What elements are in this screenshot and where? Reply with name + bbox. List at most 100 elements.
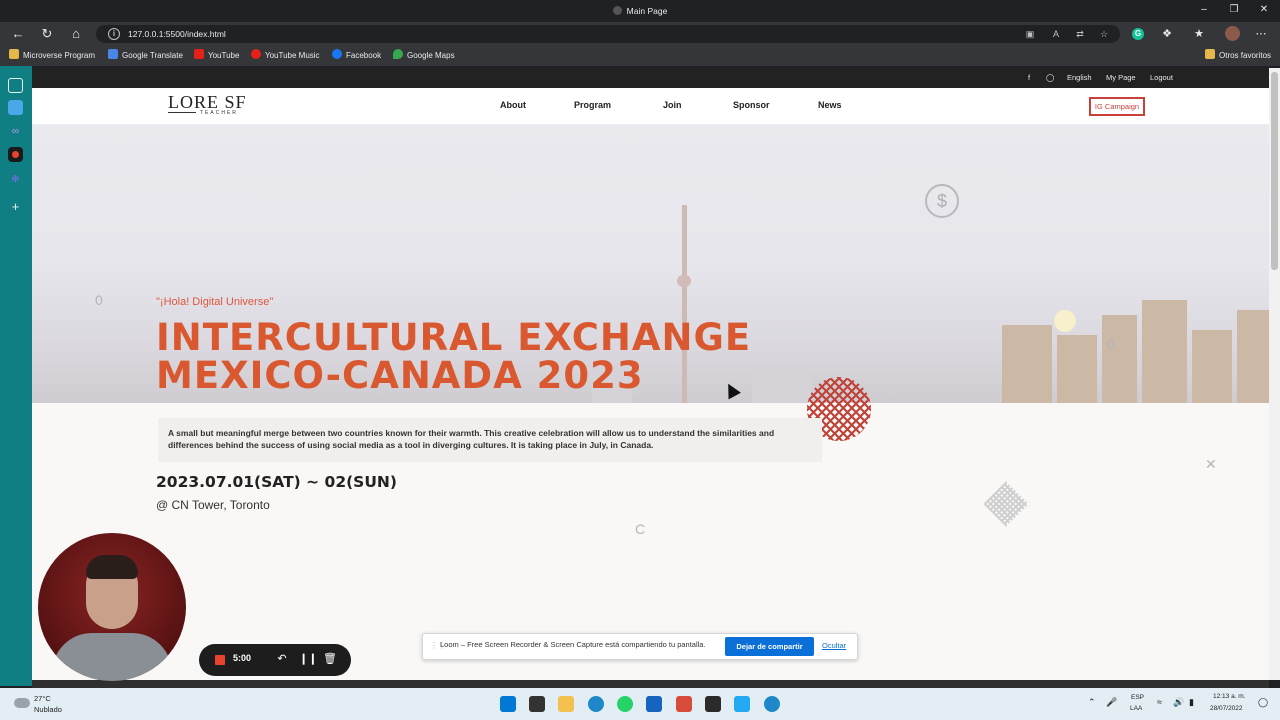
nav-sponsor[interactable]: Sponsor	[733, 100, 770, 110]
home-icon[interactable]: ⌂	[67, 25, 85, 43]
my-page-link[interactable]: My Page	[1106, 68, 1136, 88]
camera-icon[interactable]: ▣	[1023, 27, 1037, 41]
other-favorites[interactable]: Otros favoritos	[1205, 46, 1271, 66]
record-app-icon[interactable]	[8, 147, 23, 162]
restore-icon[interactable]: ❐	[1227, 3, 1241, 17]
site-logo-sub: TEACHER	[200, 110, 238, 116]
taskbar-time[interactable]: 12:13 a. m.	[1213, 693, 1246, 700]
site-info-icon[interactable]: i	[108, 28, 120, 40]
keyboard-layout[interactable]: LAA	[1130, 705, 1142, 712]
deco-zero: 0	[1107, 336, 1115, 352]
website-viewport: f ◯ English My Page Logout LORE SF TEACH…	[32, 68, 1269, 680]
mail-icon[interactable]	[646, 696, 662, 712]
bookmark-google-maps[interactable]: Google Maps	[393, 46, 455, 66]
refresh-icon[interactable]: ↻	[38, 25, 56, 43]
webcam-bubble[interactable]	[38, 533, 186, 681]
office-icon[interactable]: ❉	[8, 172, 23, 187]
trash-icon[interactable]: 🗑	[323, 652, 337, 666]
undo-icon[interactable]: ↶	[275, 652, 289, 666]
edge-dev-icon[interactable]	[764, 696, 780, 712]
hero-title-line2: MEXICO-CANADA 2023	[156, 354, 644, 397]
bookmark-youtube-music[interactable]: YouTube Music	[251, 46, 320, 66]
stop-sharing-button[interactable]: Dejar de compartir	[725, 637, 814, 656]
tabs-icon[interactable]	[8, 78, 23, 93]
building-shape	[1237, 310, 1269, 403]
bookmark-microverse[interactable]: Microverse Program	[9, 46, 95, 66]
edge-icon[interactable]	[588, 696, 604, 712]
nav-about[interactable]: About	[500, 100, 526, 110]
snipping-tool-icon[interactable]	[676, 696, 692, 712]
stop-recording-icon[interactable]	[215, 655, 225, 665]
favorites-icon[interactable]: ★	[1190, 25, 1208, 43]
event-location: @ CN Tower, Toronto	[156, 498, 270, 512]
youtube-icon	[194, 49, 204, 59]
file-explorer-icon[interactable]	[558, 696, 574, 712]
bookmark-youtube[interactable]: YouTube	[194, 46, 239, 66]
battery-icon[interactable]: ▮	[1189, 697, 1194, 708]
building-shape	[752, 375, 812, 403]
folder-icon	[1205, 49, 1215, 59]
hero-description: A small but meaningful merge between two…	[168, 428, 775, 450]
event-date: 2023.07.01(SAT) ~ 02(SUN)	[156, 473, 397, 491]
notifications-icon[interactable]: ◯	[1258, 697, 1268, 708]
share-message: Loom – Free Screen Recorder & Screen Cap…	[440, 640, 706, 649]
webcam-person-body	[52, 633, 172, 681]
street-light-glow	[1054, 310, 1076, 332]
scrollbar-thumb[interactable]	[1271, 72, 1278, 270]
read-aloud-icon[interactable]: A	[1049, 27, 1063, 41]
chevron-up-icon[interactable]: ⌃	[1088, 697, 1096, 708]
ig-campaign-button[interactable]: IG Campaign	[1089, 97, 1145, 116]
address-url[interactable]: 127.0.0.1:5500/index.html	[128, 25, 226, 43]
building-shape	[1057, 335, 1097, 403]
wifi-icon[interactable]: ≈	[1157, 697, 1162, 707]
back-icon[interactable]: ←	[9, 25, 27, 43]
deco-c: C	[635, 521, 646, 537]
more-menu-icon[interactable]: ⋯	[1252, 25, 1270, 43]
instagram-icon[interactable]: ◯	[1046, 68, 1054, 88]
folder-icon	[9, 49, 19, 59]
start-icon[interactable]	[500, 696, 516, 712]
cloud-icon[interactable]	[14, 698, 30, 708]
nav-news[interactable]: News	[818, 100, 842, 110]
google-translate-icon	[108, 49, 118, 59]
keyboard-language[interactable]: ESP	[1131, 694, 1144, 701]
task-view-icon[interactable]	[529, 696, 545, 712]
tab-favicon-icon	[612, 6, 622, 15]
hide-banner-link[interactable]: Ocultar	[822, 641, 846, 650]
add-icon[interactable]: +	[8, 199, 23, 214]
grammarly-icon[interactable]: G	[1132, 28, 1144, 40]
terminal-icon[interactable]	[705, 696, 721, 712]
extensions-icon[interactable]: ❖	[1158, 25, 1176, 43]
hero-title-line1: INTERCULTURAL EXCHANGE	[156, 316, 752, 359]
whatsapp-icon[interactable]	[617, 696, 633, 712]
logout-link[interactable]: Logout	[1150, 68, 1173, 88]
pause-icon[interactable]: ❙❙	[299, 652, 317, 666]
bookmark-google-translate[interactable]: Google Translate	[108, 46, 183, 66]
youtube-music-icon	[251, 49, 261, 59]
vscode-icon[interactable]	[734, 696, 750, 712]
taskbar-date[interactable]: 28/07/2022	[1210, 705, 1243, 712]
minimize-icon[interactable]: –	[1197, 3, 1211, 17]
app-icon[interactable]	[8, 100, 23, 115]
language-link[interactable]: English	[1067, 68, 1092, 88]
building-shape	[1002, 325, 1052, 403]
extension-icon[interactable]: ∞	[8, 124, 23, 139]
microphone-icon[interactable]: 🎤	[1106, 697, 1117, 708]
facebook-icon[interactable]: f	[1028, 68, 1030, 88]
bookmark-facebook[interactable]: Facebook	[332, 46, 381, 66]
translate-icon[interactable]: ⇄	[1073, 27, 1087, 41]
favorite-icon[interactable]: ☆	[1097, 27, 1111, 41]
window-title: Main Page	[0, 0, 1280, 22]
webcam-person-hair	[86, 555, 138, 579]
cn-tower-icon	[682, 205, 687, 403]
nav-join[interactable]: Join	[663, 100, 682, 110]
weather-temperature[interactable]: 27°C	[34, 694, 51, 703]
recording-timer: 5:00	[233, 653, 252, 663]
weather-condition[interactable]: Nublado	[34, 705, 62, 714]
profile-avatar[interactable]	[1225, 26, 1240, 41]
google-maps-icon	[393, 49, 403, 59]
volume-icon[interactable]: 🔊	[1173, 697, 1184, 708]
close-icon[interactable]: ✕	[1257, 3, 1271, 17]
nav-program[interactable]: Program	[574, 100, 611, 110]
address-bar[interactable]	[96, 25, 1120, 43]
